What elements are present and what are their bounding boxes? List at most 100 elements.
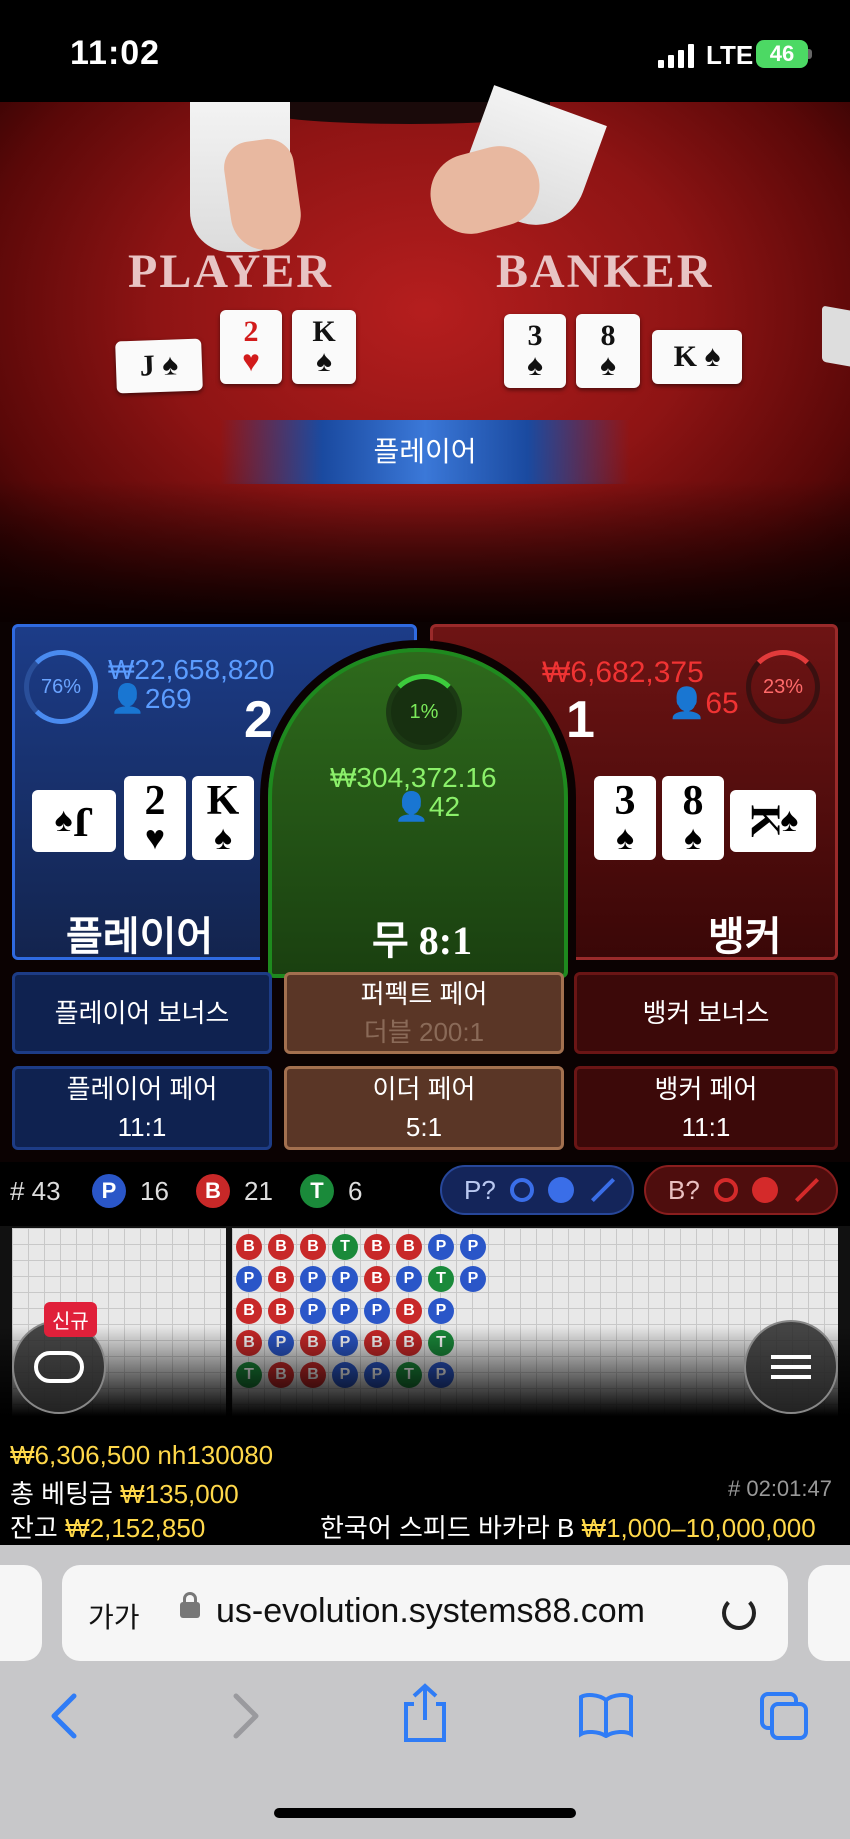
table-player-label: PLAYER [128,245,333,298]
player-predict-button[interactable]: P? [440,1165,634,1215]
slash-icon [590,1177,615,1203]
tie-count: 👤42 [394,791,461,822]
tie-percent-ring: 1% [386,674,462,750]
new-badge: 신규 [44,1302,97,1337]
player-spot-label: 플레이어 [66,915,214,959]
table-name: 한국어 스피드 바카라 B [320,1513,575,1543]
road-bead: P [428,1234,454,1260]
banker-score: 1 [566,691,595,749]
road-bead: P [428,1298,454,1324]
game-id: # 02:01:47 [728,1476,832,1501]
video-player-card-3: K ♠ [292,310,356,384]
person-icon: 👤 [110,683,145,714]
road-bead: P [300,1298,326,1324]
perfect-pair-button[interactable]: 퍼펙트 페어 더블 200:1 [284,972,564,1054]
person-icon: 👤 [394,791,429,822]
either-pair-button[interactable]: 이더 페어 5:1 [284,1066,564,1150]
text-size-button[interactable]: 가가 [88,1596,140,1636]
home-indicator [274,1808,576,1818]
filled-circle-icon [751,1177,778,1203]
player-percent-ring: 76% [24,650,98,724]
road-bead: B [236,1234,262,1260]
road-bead: P [332,1266,358,1292]
signal-icon [658,44,694,68]
road-bead: B [396,1298,422,1324]
player-pair-button[interactable]: 플레이어 페어 11:1 [12,1066,272,1150]
battery-icon: 46 [756,40,808,68]
video-player-card-1: J ♠ [115,338,203,394]
clock: 11:02 [70,34,161,72]
player-card-2: 2 ♥ [124,776,186,860]
slash-icon [794,1177,819,1203]
share-icon[interactable] [400,1682,450,1744]
filled-circle-icon [547,1177,574,1203]
person-icon: 👤 [668,687,706,720]
road-bead: P [236,1266,262,1292]
player-score: 2 [244,691,273,749]
table-banker-label: BANKER [496,245,714,298]
banker-predict-button[interactable]: B? [644,1165,838,1215]
video-banker-card-3: K ♠ [652,330,742,384]
bet-limits: ₩1,000–10,000,000 [581,1513,816,1543]
total-bet-row: 총 베팅금 ₩135,000 [10,1479,239,1509]
road-bead: P [332,1298,358,1324]
video-banker-card-2: 8 ♠ [576,314,640,388]
balance-value: ₩2,152,850 [65,1513,206,1543]
road-bead: P [460,1234,486,1260]
video-player-card-2: 2 ♥ [220,310,282,384]
road-bead: B [364,1266,390,1292]
road-bead: B [236,1298,262,1324]
balance-row: 잔고 ₩2,152,850 [10,1513,206,1543]
banker-count: 👤65 [668,687,739,720]
player-bonus-button[interactable]: 플레이어 보너스 [12,972,272,1054]
total-bet-value: ₩135,000 [120,1479,239,1509]
road-bead: B [364,1234,390,1260]
recent-win-line: ₩6,306,500 nh130080 [10,1440,274,1470]
player-count: 👤269 [110,683,192,714]
road-bead: B [268,1298,294,1324]
video-fade [0,480,850,622]
tie-percent: 1% [409,700,439,723]
url-text: us-evolution.systems88.com [216,1592,645,1630]
menu-icon [771,1355,811,1379]
banker-stat-dot: B [196,1174,230,1208]
forward-icon[interactable] [226,1688,266,1744]
road-bead: B [268,1234,294,1260]
banker-win-count: 21 [244,1176,273,1206]
video-banker-card-1: 3 ♠ [504,314,566,388]
road-bead: T [332,1234,358,1260]
chat-bubble-icon [34,1351,84,1383]
banker-percent: 23% [762,675,804,698]
bookmarks-icon[interactable] [578,1692,634,1738]
hollow-circle-icon [509,1178,534,1202]
road-bead: B [396,1234,422,1260]
scoreboard-fade [0,1326,850,1426]
battery-tip [808,49,812,59]
banker-total-amount: ₩6,682,375 [542,656,704,689]
menu-button[interactable] [744,1320,838,1414]
banker-bonus-button[interactable]: 뱅커 보너스 [574,972,838,1054]
banker-card-1: 3 ♠ [594,776,656,860]
player-win-count: 16 [140,1176,169,1206]
previous-tab-pill[interactable] [0,1565,42,1661]
banker-pair-button[interactable]: 뱅커 페어 11:1 [574,1066,838,1150]
winner-banner: 플레이어 [220,420,630,484]
road-bead: P [396,1266,422,1292]
road-bead: B [300,1234,326,1260]
banker-percent-ring: 23% [746,650,820,724]
round-number: # 43 [10,1176,61,1206]
tie-spot-label: 무 8:1 [372,918,473,963]
banker-card-2: 8 ♠ [662,776,724,860]
player-stat-dot: P [92,1174,126,1208]
table-info-row: 한국어 스피드 바카라 B ₩1,000–10,000,000 [320,1508,816,1545]
back-icon[interactable] [44,1688,84,1744]
next-tab-pill[interactable] [808,1565,850,1661]
card-shoe [822,305,850,367]
tie-stat-dot: T [300,1174,334,1208]
tie-win-count: 6 [348,1176,363,1206]
tabs-icon[interactable] [758,1690,810,1742]
player-card-3: K ♠ [192,776,254,860]
road-bead: P [460,1266,486,1292]
reload-icon[interactable] [722,1596,756,1630]
road-bead: T [428,1266,454,1292]
